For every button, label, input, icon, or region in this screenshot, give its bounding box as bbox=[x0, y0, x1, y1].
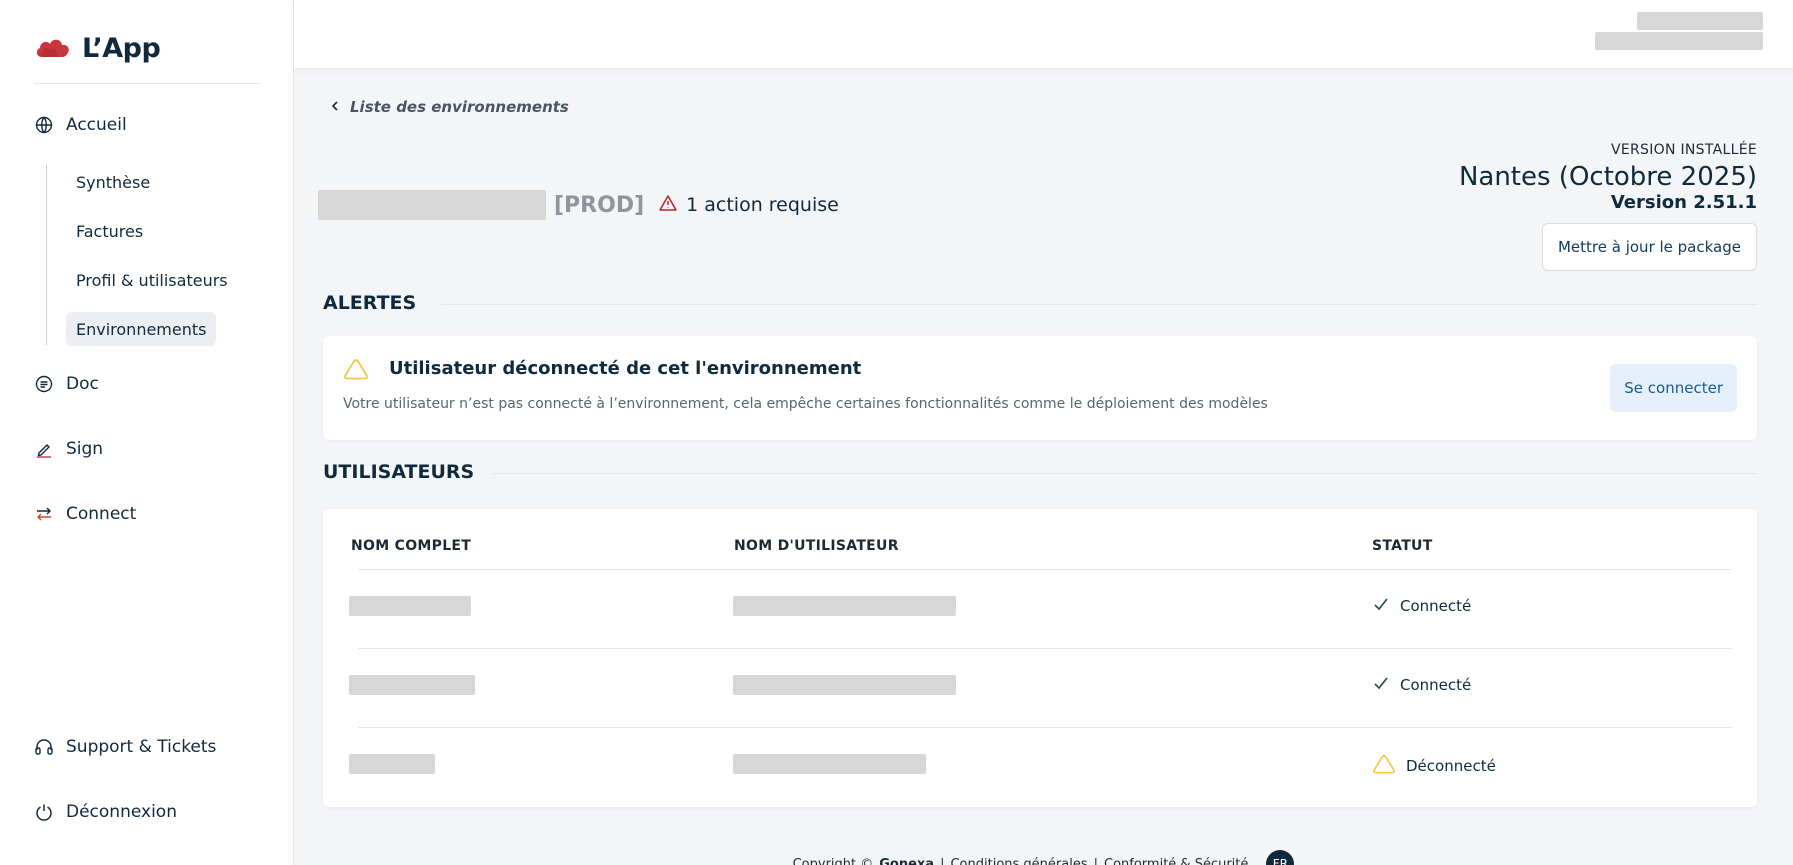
power-icon bbox=[34, 802, 54, 822]
connect-button[interactable]: Se connecter bbox=[1610, 364, 1737, 412]
version-name: Nantes (Octobre 2025) bbox=[1458, 162, 1757, 192]
sidebar-item-label: Déconnexion bbox=[66, 802, 177, 822]
alert-title: Utilisateur déconnecté de cet l'environn… bbox=[389, 358, 862, 379]
topbar bbox=[294, 0, 1793, 68]
main-content: Liste des environnements [PROD] 1 action… bbox=[294, 68, 1793, 865]
redacted-environment-name bbox=[318, 190, 546, 220]
warning-icon bbox=[343, 358, 369, 384]
back-link-label: Liste des environnements bbox=[350, 98, 569, 116]
globe-icon bbox=[34, 115, 54, 135]
sidebar-subitem-label: Profil & utilisateurs bbox=[76, 270, 228, 290]
app-name: L’App bbox=[82, 33, 161, 64]
sidebar-item-doc[interactable]: Doc bbox=[34, 374, 99, 394]
sidebar-subitem-synthese[interactable]: Synthèse bbox=[66, 165, 160, 199]
sidebar-subitem-label: Environnements bbox=[76, 319, 207, 339]
subnav-line bbox=[46, 165, 47, 345]
redacted-full-name bbox=[349, 596, 471, 616]
sidebar-item-label: Sign bbox=[66, 439, 104, 459]
version-label: VERSION INSTALLÉE bbox=[1610, 142, 1757, 158]
sidebar-subitem-label: Factures bbox=[76, 221, 144, 241]
sidebar-subitem-profil[interactable]: Profil & utilisateurs bbox=[66, 263, 238, 297]
sidebar-subitem-factures[interactable]: Factures bbox=[66, 214, 153, 248]
sidebar-item-connect[interactable]: Connect bbox=[34, 504, 136, 524]
footer-separator: | bbox=[1093, 856, 1098, 865]
footer-company: Gonexa bbox=[879, 856, 935, 865]
row-divider bbox=[358, 727, 1732, 728]
cloud-logo-icon bbox=[34, 35, 72, 63]
logo-divider bbox=[34, 83, 259, 84]
update-package-button[interactable]: Mettre à jour le package bbox=[1541, 223, 1757, 271]
status-badge: Connecté bbox=[1372, 675, 1471, 695]
sidebar-item-accueil[interactable]: Accueil bbox=[34, 115, 127, 135]
alerts-section-divider bbox=[441, 304, 1757, 305]
sidebar-subitem-label: Synthèse bbox=[76, 172, 151, 192]
users-table: NOM COMPLET NOM D'UTILISATEUR STATUT Con… bbox=[323, 509, 1757, 807]
row-divider bbox=[358, 648, 1732, 649]
status-badge: Connecté bbox=[1372, 596, 1471, 616]
sidebar-item-label: Doc bbox=[66, 374, 99, 394]
alerts-section-title: ALERTES bbox=[323, 292, 417, 314]
user-menu[interactable] bbox=[1593, 12, 1763, 52]
back-link[interactable]: Liste des environnements bbox=[330, 98, 569, 116]
footer-link-compliance[interactable]: Conformité & Sécurité bbox=[1104, 857, 1248, 865]
footer-separator: | bbox=[940, 856, 945, 865]
redacted-username bbox=[733, 675, 956, 695]
redacted-user-name bbox=[1637, 12, 1763, 30]
sidebar-item-logout[interactable]: Déconnexion bbox=[34, 802, 177, 822]
footer-link-terms[interactable]: Conditions générales bbox=[950, 857, 1087, 865]
sidebar-item-label: Connect bbox=[66, 504, 137, 524]
action-required[interactable]: 1 action requise bbox=[658, 194, 839, 217]
pen-icon bbox=[34, 439, 54, 459]
row-divider bbox=[358, 569, 1732, 570]
arrows-icon bbox=[34, 504, 54, 524]
redacted-user-email bbox=[1595, 32, 1763, 50]
sidebar-item-support[interactable]: Support & Tickets bbox=[34, 737, 216, 757]
status-label: Connecté bbox=[1400, 597, 1472, 615]
status-badge: Déconnecté bbox=[1372, 754, 1496, 778]
redacted-username bbox=[733, 754, 926, 774]
users-section-title: UTILISATEURS bbox=[323, 461, 475, 483]
app-logo[interactable]: L’App bbox=[34, 33, 161, 64]
footer: Copyright © Gonexa | Conditions générale… bbox=[294, 850, 1793, 865]
version-block: VERSION INSTALLÉE Nantes (Octobre 2025) … bbox=[1459, 142, 1757, 213]
users-section-divider bbox=[492, 473, 1757, 474]
sidebar: L’App Accueil Synthèse Factures Profil &… bbox=[0, 0, 294, 865]
sidebar-item-sign[interactable]: Sign bbox=[34, 439, 103, 459]
environment-tag: [PROD] bbox=[554, 192, 645, 218]
column-header-username: NOM D'UTILISATEUR bbox=[734, 538, 899, 554]
alert-card: Utilisateur déconnecté de cet l'environn… bbox=[323, 336, 1757, 440]
version-number: Version 2.51.1 bbox=[1610, 192, 1757, 213]
action-required-label: 1 action requise bbox=[686, 194, 839, 216]
column-header-full-name: NOM COMPLET bbox=[351, 538, 472, 554]
warning-icon bbox=[1372, 754, 1396, 778]
status-label: Connecté bbox=[1400, 676, 1472, 694]
status-label: Déconnecté bbox=[1406, 757, 1496, 775]
check-icon bbox=[1372, 596, 1390, 616]
sidebar-item-label: Support & Tickets bbox=[66, 737, 217, 757]
sidebar-subitem-environnements[interactable]: Environnements bbox=[66, 312, 217, 346]
check-icon bbox=[1372, 675, 1390, 695]
redacted-full-name bbox=[349, 754, 435, 774]
alert-description: Votre utilisateur n’est pas connecté à l… bbox=[343, 396, 1268, 412]
environment-header: [PROD] 1 action requise bbox=[318, 190, 839, 220]
warning-red-icon bbox=[658, 194, 678, 217]
redacted-username bbox=[733, 596, 956, 616]
sidebar-item-label: Accueil bbox=[66, 115, 127, 135]
redacted-full-name bbox=[349, 675, 475, 695]
language-switch[interactable]: FR bbox=[1266, 850, 1295, 865]
headset-icon bbox=[34, 737, 54, 757]
chevron-left-icon bbox=[330, 98, 340, 116]
column-header-status: STATUT bbox=[1372, 538, 1433, 554]
footer-copyright: Copyright © bbox=[792, 856, 874, 865]
document-icon bbox=[34, 374, 54, 394]
